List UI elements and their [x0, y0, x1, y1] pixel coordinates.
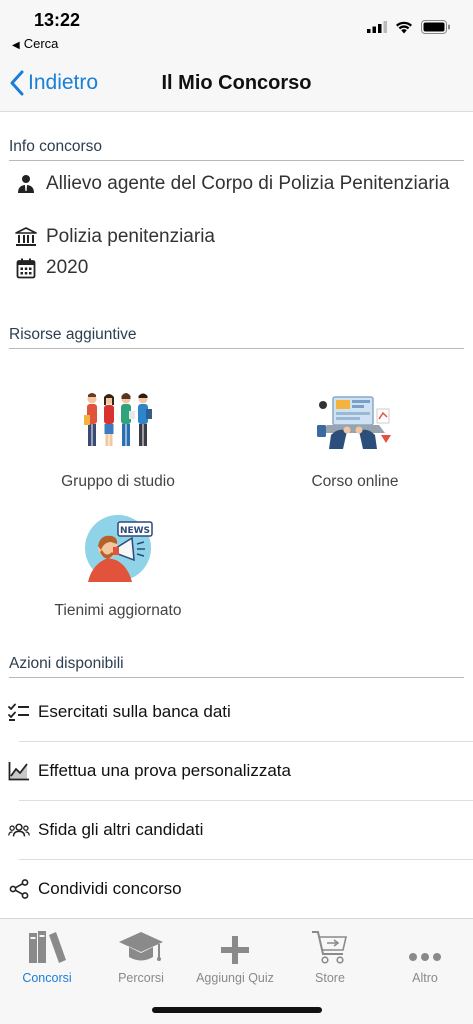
- wifi-icon: [396, 21, 412, 33]
- tab-percorsi[interactable]: Percorsi: [94, 923, 188, 985]
- action-practice-database[interactable]: Esercitati sulla banca dati: [0, 682, 473, 741]
- group-icon: [8, 822, 30, 838]
- tab-altro[interactable]: Altro: [378, 923, 472, 985]
- contest-year: 2020: [46, 257, 89, 278]
- organization-name: Polizia penitenziaria: [46, 226, 215, 247]
- keep-updated-label: Tienimi aggiornato: [54, 602, 182, 619]
- online-course-illustration: [255, 385, 455, 457]
- section-header-info: Info concorso: [9, 136, 464, 161]
- info-row-organization: Polizia penitenziaria: [14, 225, 454, 248]
- status-back-to-app[interactable]: ◀ Cerca: [12, 36, 58, 51]
- tab-aggiungi-quiz[interactable]: Aggiungi Quiz: [188, 923, 282, 985]
- resource-study-group[interactable]: Gruppo di studio: [18, 385, 218, 491]
- study-group-illustration: [18, 385, 218, 457]
- cellular-signal-icon: [367, 21, 387, 33]
- books-icon: [0, 923, 94, 965]
- battery-icon: [421, 20, 450, 34]
- back-button[interactable]: Indietro: [10, 70, 98, 96]
- plus-icon: [188, 923, 282, 965]
- resource-keep-updated[interactable]: NEWS Tienimi aggiornato: [18, 514, 218, 620]
- action-challenge-candidates[interactable]: Sfida gli altri candidati: [0, 800, 473, 859]
- action-label: Effettua una prova personalizzata: [38, 760, 291, 780]
- more-dots-icon: [378, 923, 472, 965]
- tab-label: Percorsi: [118, 971, 164, 985]
- status-time: 13:22: [34, 10, 81, 30]
- institution-icon: [14, 225, 38, 247]
- action-share-contest[interactable]: Condividi concorso: [0, 859, 473, 918]
- online-course-label: Corso online: [311, 473, 399, 490]
- back-button-label: Indietro: [28, 71, 99, 94]
- person-icon: [14, 172, 38, 194]
- contest-name: Allievo agente del Corpo di Polizia Peni…: [46, 173, 450, 194]
- tab-label: Altro: [412, 971, 438, 985]
- checklist-icon: [8, 703, 30, 721]
- tab-store[interactable]: Store: [283, 923, 377, 985]
- study-group-label: Gruppo di studio: [61, 473, 175, 490]
- share-icon: [8, 878, 30, 899]
- action-label: Esercitati sulla banca dati: [38, 701, 231, 721]
- action-label: Condividi concorso: [38, 878, 182, 898]
- section-header-actions: Azioni disponibili: [9, 653, 464, 678]
- action-custom-test[interactable]: Effettua una prova personalizzata: [0, 741, 473, 800]
- chevron-left-icon: [10, 70, 24, 96]
- graduation-cap-icon: [94, 923, 188, 965]
- back-triangle-icon: ◀: [12, 40, 20, 51]
- status-bar: 13:22 ◀ Cerca: [0, 0, 473, 58]
- news-illustration: NEWS: [18, 514, 218, 586]
- action-label: Sfida gli altri candidati: [38, 819, 204, 839]
- calendar-icon: [14, 256, 38, 279]
- info-row-year: 2020: [14, 256, 454, 279]
- tab-label: Aggiungi Quiz: [196, 971, 274, 985]
- resource-online-course[interactable]: Corso online: [255, 385, 455, 491]
- home-indicator: [152, 1007, 322, 1013]
- tab-label: Store: [315, 971, 345, 985]
- status-icons: [367, 20, 451, 34]
- navigation-bar: Indietro Il Mio Concorso: [0, 58, 473, 112]
- section-header-resources: Risorse aggiuntive: [9, 324, 464, 349]
- news-badge-text: NEWS: [120, 526, 150, 536]
- status-back-label: Cerca: [23, 36, 59, 51]
- info-row-contest-name: Allievo agente del Corpo di Polizia Peni…: [14, 172, 454, 195]
- tab-label: Concorsi: [22, 971, 72, 985]
- tab-concorsi[interactable]: Concorsi: [0, 923, 94, 985]
- shopping-cart-icon: [283, 923, 377, 965]
- chart-icon: [8, 761, 30, 781]
